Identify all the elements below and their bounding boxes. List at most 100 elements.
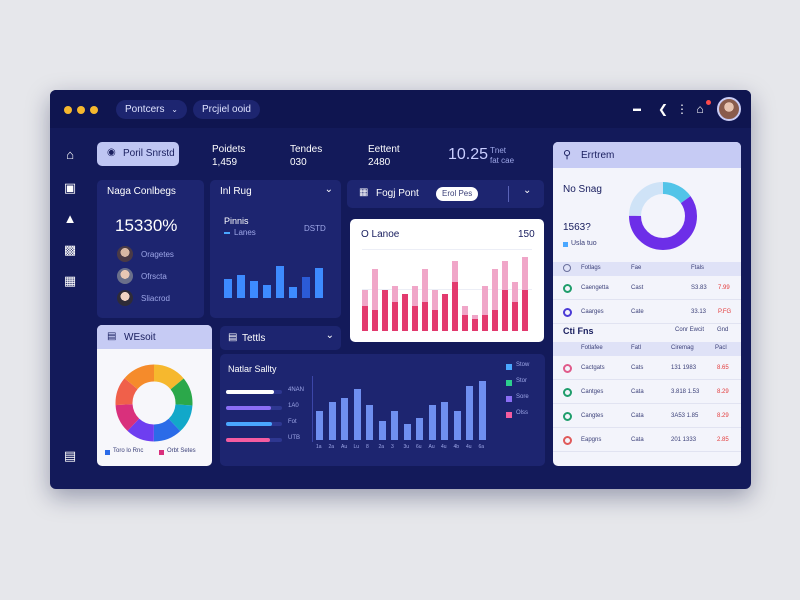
dashboard-window: Pontcers ⌄ Prcjiel ooid ▬ ❮ ⋮ ⌂ ⌂ ▣ ▲ ▩ … [50,90,751,489]
row-name: Caarges [581,309,604,315]
title-bar: Pontcers ⌄ Prcjiel ooid ▬ ❮ ⋮ ⌂ [50,90,751,128]
bar-segment [382,290,388,331]
stacked-bar-chart [362,249,532,331]
tasks-chart-panel: Natlar Sallty 4NAN 1A0 Fot UTB 1a 2a Au Lu 8 2a 3… [220,354,545,466]
vbar-label: 6a [478,444,485,450]
trend-bar [302,277,310,298]
card-title: Tettls [242,333,266,344]
project-tab[interactable]: Prcjiel ooid [193,100,260,119]
chevron-down-icon[interactable]: ⌄ [523,185,531,196]
card-title: WEsoit [124,332,156,343]
progress-pill-label: Erol Pes [442,189,473,198]
table-icon: ▤ [228,332,238,343]
window-dot[interactable] [90,106,98,114]
bar-segment [482,315,488,331]
bar-segment [472,319,478,331]
row-icon [563,284,572,293]
row-icon [563,436,572,445]
vbar [341,398,348,440]
stat-value: 030 [290,157,307,168]
column-header: Fotlags [581,265,601,271]
row-cell: P.FG [718,309,732,315]
home-icon[interactable]: ⌂ [62,147,78,163]
trend-sub: DSTD [304,224,326,233]
bar-segment [442,294,448,331]
window-dot[interactable] [64,106,72,114]
panel-value: 150 [518,229,535,240]
row-icon [563,388,572,397]
row-cell: Cate [631,309,644,315]
row-cell: 2.85 [717,437,729,443]
section-link[interactable]: Conr Ewcit [675,327,704,333]
legend-label: Stor [516,378,528,384]
user-avatar[interactable] [717,97,741,121]
hbar-label: Fot [288,419,297,425]
project-selector[interactable]: Pontcers ⌄ [116,100,187,119]
primary-button[interactable]: ◉ Poril Snrstd [97,142,179,166]
bar-segment [392,302,398,331]
row-name: Eapgns [581,437,602,443]
tasks-card-header: ▤ Tettls ⌄ [220,326,341,350]
stat-label: Poidets [212,144,246,155]
legend-label: Stow [516,362,530,368]
person-name: Sliacrod [141,294,170,303]
chevron-down-icon[interactable]: ⌄ [325,184,333,195]
vbar-label: 3u [403,444,410,450]
avatar [117,268,133,284]
hbar-label: 4NAN [288,387,305,393]
bar-segment [522,290,528,331]
card-title: Inl Rug [220,186,252,197]
bar-segment [512,302,518,331]
row-cell: 33.13 [691,309,707,315]
vbar [316,411,323,440]
card-title: Fogj Pont [376,188,419,199]
column-header: Pacl [715,345,727,351]
vbar-label: 2a [328,444,335,450]
trend-line [224,232,230,234]
data-table: Caengetta Cast S3.83 7.99 Caarges Cate 33.13 P.… [553,276,741,324]
row-cell: 8.29 [717,389,729,395]
menu-icon[interactable]: ▬ [630,102,644,116]
row-cell: Cata [631,437,644,443]
trend-bar [224,279,232,298]
trend-bar [250,281,258,298]
search-input[interactable]: Errtrem [581,150,614,161]
trend-bar [237,275,245,298]
window-dot[interactable] [77,106,85,114]
big-stat-sub: fat cae [490,156,515,165]
row-cell: 7.99 [718,285,730,291]
primary-button-label: Poril Snrstd [123,148,175,159]
legend-swatch [506,380,512,386]
bar-segment [502,290,508,331]
bar-segment [402,294,408,331]
legend-swatch [563,242,568,247]
settings-icon[interactable]: ▤ [62,448,78,464]
row-cell: 3A53 1.85 [671,413,699,419]
settings-icon: ◉ [107,147,116,158]
calendar-icon[interactable]: ▩ [62,242,78,258]
stat-value: 2480 [368,157,391,168]
progress-chart-panel: O Lanoe 150 [350,219,544,342]
row-cell: 201 1333 [671,437,697,443]
hbar [226,406,271,410]
notification-badge [706,100,711,105]
search-icon: ⚲ [563,149,572,161]
vbar-label: 4u [466,444,472,450]
grid-icon[interactable]: ▦ [62,273,78,289]
info-icon[interactable]: ⋮ [675,102,689,116]
hbar [226,390,274,394]
bell-icon[interactable]: ⌂ [693,102,707,116]
vbar [428,405,436,440]
bar-segment [372,310,378,331]
chat-icon[interactable]: ▣ [62,180,78,196]
trend-bar [289,287,297,298]
chevron-down-icon[interactable]: ⌄ [326,330,334,341]
bar-segment [362,306,368,331]
legend-label: Sore [516,394,529,400]
vbar-label: Lu [353,444,360,450]
lock-icon[interactable]: ▲ [62,211,78,227]
row-name: Cantges [581,389,604,395]
row-cell: Cats [631,365,644,371]
chart-label: Natlar Sallty [228,364,277,374]
back-icon[interactable]: ❮ [656,102,670,116]
